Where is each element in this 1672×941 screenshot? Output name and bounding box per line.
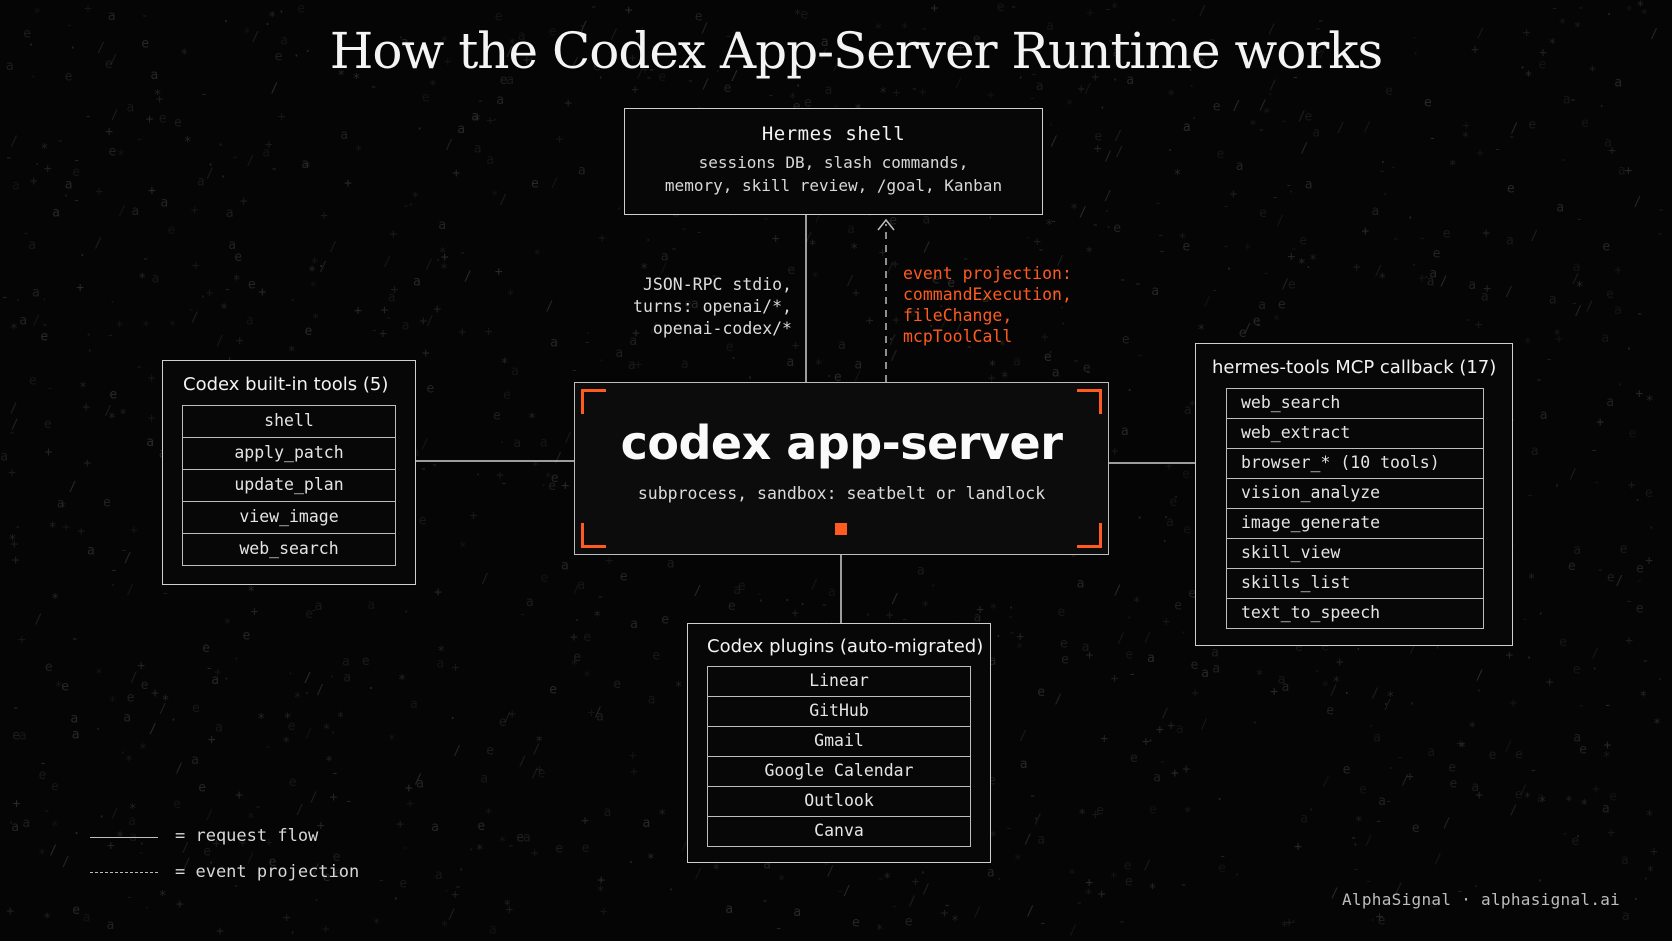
list-item: Outlook	[707, 787, 971, 817]
corner-bracket-icon	[1077, 389, 1102, 414]
list-item: image_generate	[1226, 509, 1484, 539]
legend-event-projection: = event projection	[175, 862, 360, 882]
list-item: browser_* (10 tools)	[1226, 449, 1484, 479]
list-item: web_search	[1226, 389, 1484, 419]
event-projection-label-line: commandExecution,	[903, 285, 1072, 304]
event-projection-label-line: mcpToolCall	[903, 327, 1013, 346]
mcp-tools-box: hermes-tools MCP callback (17) web_searc…	[1195, 343, 1513, 646]
hermes-shell-desc-line2: memory, skill review, /goal, Kanban	[664, 176, 1003, 195]
legend-request-flow: = request flow	[175, 826, 319, 846]
hermes-shell-desc: sessions DB, slash commands, memory, ski…	[625, 151, 1042, 197]
list-item: vision_analyze	[1226, 479, 1484, 509]
request-flow-label-line: turns: openai/*,	[633, 297, 792, 316]
list-item: view_image	[182, 502, 396, 534]
event-projection-label-line: fileChange,	[903, 306, 1013, 325]
plugins-box: Codex plugins (auto-migrated) Linear Git…	[687, 623, 991, 863]
list-item: shell	[182, 406, 396, 438]
builtin-tools-title: Codex built-in tools (5)	[183, 374, 389, 395]
list-item: update_plan	[182, 470, 396, 502]
list-item: Canva	[707, 817, 971, 847]
list-item: text_to_speech	[1226, 599, 1484, 629]
plugins-title: Codex plugins (auto-migrated)	[707, 636, 984, 657]
corner-bracket-icon	[581, 389, 606, 414]
request-flow-label: JSON-RPC stdio, turns: openai/*, openai-…	[600, 274, 792, 340]
corner-bracket-icon	[581, 523, 606, 548]
request-flow-label-line: openai-codex/*	[652, 319, 792, 338]
plugins-list: Linear GitHub Gmail Google Calendar Outl…	[707, 666, 971, 847]
app-server-subtitle: subprocess, sandbox: seatbelt or landloc…	[637, 484, 1046, 503]
list-item: web_search	[182, 534, 396, 566]
mcp-tools-title: hermes-tools MCP callback (17)	[1212, 357, 1497, 378]
list-item: Gmail	[707, 727, 971, 757]
cursor-block-icon	[835, 523, 847, 535]
list-item: web_extract	[1226, 419, 1484, 449]
list-item: apply_patch	[182, 438, 396, 470]
hermes-shell-title: Hermes shell	[761, 123, 906, 145]
builtin-tools-list: shell apply_patch update_plan view_image…	[182, 405, 396, 566]
list-item: skills_list	[1226, 569, 1484, 599]
mcp-tools-list: web_search web_extract browser_* (10 too…	[1226, 388, 1484, 629]
builtin-tools-box: Codex built-in tools (5) shell apply_pat…	[162, 360, 416, 585]
corner-bracket-icon	[1077, 523, 1102, 548]
legend-dashed-line	[90, 872, 158, 873]
legend-solid-line	[90, 837, 158, 838]
footer-credit: AlphaSignal · alphasignal.ai	[1342, 890, 1621, 909]
page-title: How the Codex App-Server Runtime works	[329, 22, 1383, 80]
event-projection-label: event projection: commandExecution, file…	[903, 263, 1072, 347]
app-server-box: codex app-server subprocess, sandbox: se…	[574, 382, 1109, 555]
request-flow-label-line: JSON-RPC stdio,	[642, 275, 792, 294]
hermes-shell-desc-line1: sessions DB, slash commands,	[698, 153, 969, 172]
list-item: Linear	[707, 667, 971, 697]
list-item: GitHub	[707, 697, 971, 727]
list-item: Google Calendar	[707, 757, 971, 787]
list-item: skill_view	[1226, 539, 1484, 569]
hermes-shell-box: Hermes shell sessions DB, slash commands…	[624, 108, 1043, 215]
app-server-title: codex app-server	[620, 416, 1063, 470]
event-projection-label-line: event projection:	[903, 264, 1072, 283]
